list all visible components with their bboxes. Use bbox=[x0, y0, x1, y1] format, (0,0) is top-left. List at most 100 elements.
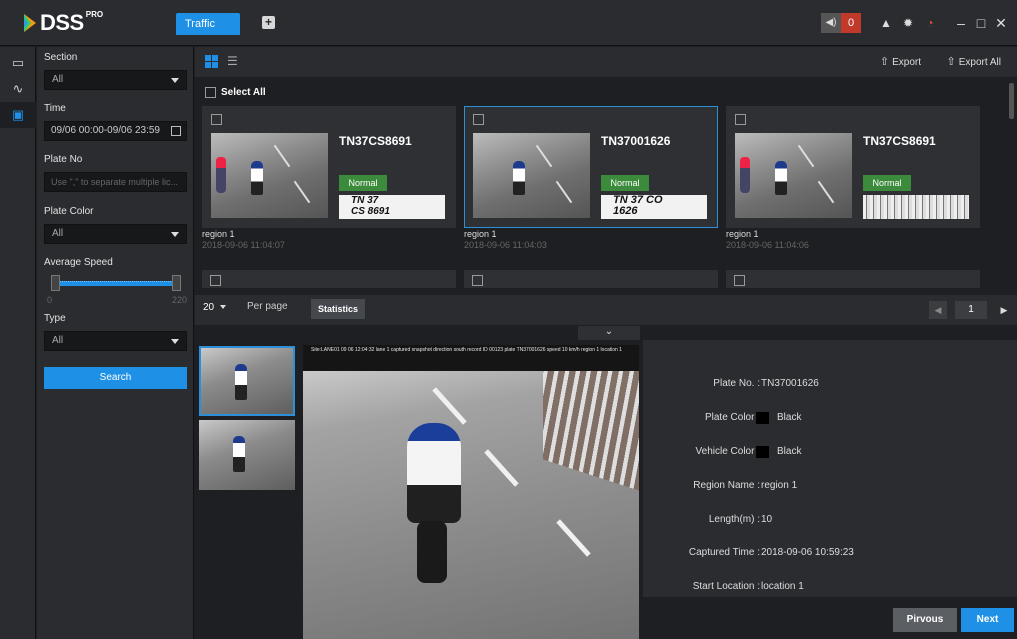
calendar-icon[interactable] bbox=[171, 126, 181, 136]
next-button[interactable]: Next bbox=[961, 608, 1014, 632]
section-label: Section bbox=[44, 52, 78, 63]
select-all-checkbox[interactable] bbox=[205, 87, 216, 98]
record-card[interactable] bbox=[464, 270, 718, 288]
region-row: Region Name : region 1 bbox=[643, 478, 1017, 494]
alarm-indicator[interactable]: ◀) 0 bbox=[821, 13, 861, 33]
card-checkbox[interactable] bbox=[472, 275, 483, 286]
plate-color-value: Black bbox=[777, 412, 802, 423]
export-label: Export bbox=[892, 57, 921, 68]
captured-image[interactable]: Site:LANE01 09 06 12:04:32 lane 1 captur… bbox=[303, 345, 639, 639]
record-card[interactable]: TN37001626 Normal TN 37 CO 1626 bbox=[464, 106, 718, 228]
plate-no-input[interactable]: Use "," to separate multiple lic... bbox=[44, 172, 187, 192]
plate-color-row: Plate Color : Black bbox=[643, 410, 1017, 426]
minimize-button[interactable]: – bbox=[951, 15, 971, 31]
grid-view-icon[interactable] bbox=[205, 55, 218, 68]
plate-color-value: All bbox=[52, 228, 64, 239]
record-card[interactable]: TN37CS8691 Normal bbox=[726, 106, 980, 228]
grid-scrollbar[interactable] bbox=[1009, 83, 1014, 119]
collapse-button[interactable]: ⌄ bbox=[578, 326, 640, 340]
plate-no-row: Plate No. : TN37001626 bbox=[643, 376, 1017, 392]
export-all-icon: ⇧ bbox=[946, 56, 956, 68]
card-checkbox[interactable] bbox=[734, 275, 745, 286]
export-button[interactable]: ⇧ Export bbox=[880, 55, 921, 68]
card-time: 2018-09-06 11:04:07 bbox=[202, 240, 285, 250]
length-value: 10 bbox=[761, 514, 773, 525]
section-value: All bbox=[52, 74, 64, 85]
region-value: region 1 bbox=[761, 480, 798, 491]
time-range-value: 09/06 00:00-09/06 23:59 bbox=[51, 125, 160, 136]
time-label: Time bbox=[44, 103, 66, 114]
time-range-field[interactable]: 09/06 00:00-09/06 23:59 bbox=[44, 121, 187, 141]
section-select[interactable]: All bbox=[44, 70, 187, 90]
slider-track bbox=[57, 281, 175, 286]
vehicle-icon[interactable]: ▭ bbox=[0, 50, 36, 76]
card-checkbox[interactable] bbox=[211, 114, 222, 125]
vehicle-color-row: Vehicle Color : Black bbox=[643, 444, 1017, 460]
select-all[interactable]: Select All bbox=[205, 87, 266, 98]
snapshot-thumbnail[interactable] bbox=[211, 133, 328, 218]
plate-no-label: Plate No bbox=[44, 154, 83, 165]
per-page-label: Per page bbox=[247, 301, 288, 312]
record-card[interactable] bbox=[202, 270, 456, 288]
select-all-label: Select All bbox=[221, 87, 266, 98]
page-number[interactable]: 1 bbox=[955, 301, 987, 319]
chevron-down-icon bbox=[220, 305, 227, 310]
per-page-select[interactable]: 20 bbox=[203, 302, 227, 313]
pagination-bar: 20 Per page Statistics ◀ 1 ▶ bbox=[195, 295, 1017, 325]
detail-thumbnail[interactable] bbox=[199, 420, 295, 490]
card-checkbox[interactable] bbox=[473, 114, 484, 125]
prev-page-button[interactable]: ◀ bbox=[929, 301, 947, 319]
average-speed-slider[interactable] bbox=[51, 275, 181, 293]
snapshot-thumbnail[interactable] bbox=[473, 133, 590, 218]
export-icon: ⇧ bbox=[879, 56, 890, 68]
region-key: Region Name : bbox=[693, 480, 760, 491]
card-meta: region 1 2018-09-06 11:04:03 bbox=[464, 229, 547, 251]
statistics-button[interactable]: Statistics bbox=[311, 299, 366, 319]
record-search-icon[interactable]: ▣ bbox=[0, 102, 36, 128]
captured-time-value: 2018-09-06 10:59:23 bbox=[761, 547, 854, 558]
card-checkbox[interactable] bbox=[735, 114, 746, 125]
average-speed-label: Average Speed bbox=[44, 257, 113, 268]
slider-min-handle[interactable] bbox=[51, 275, 60, 291]
previous-button[interactable]: Pirvous bbox=[893, 608, 957, 632]
per-page-value: 20 bbox=[203, 302, 215, 313]
dashboard-icon[interactable]: ◔ bbox=[919, 16, 941, 30]
snapshot-thumbnail[interactable] bbox=[735, 133, 852, 218]
type-select[interactable]: All bbox=[44, 331, 187, 351]
record-card[interactable] bbox=[726, 270, 980, 288]
record-card[interactable]: TN37CS8691 Normal TN 37 CS 8691 bbox=[202, 106, 456, 228]
close-button[interactable]: ✕ bbox=[991, 15, 1011, 32]
left-nav-rail: ▭ ∿ ▣ bbox=[0, 47, 36, 639]
add-tab-button[interactable]: + bbox=[262, 16, 275, 29]
list-view-icon[interactable]: ☰ bbox=[227, 55, 238, 67]
next-page-button[interactable]: ▶ bbox=[997, 301, 1011, 319]
search-button[interactable]: Search bbox=[44, 367, 187, 389]
card-checkbox[interactable] bbox=[210, 275, 221, 286]
plate-color-swatch bbox=[756, 412, 769, 424]
status-badge: Normal bbox=[339, 175, 387, 191]
export-all-label: Export All bbox=[958, 57, 1001, 68]
maximize-button[interactable]: □ bbox=[971, 15, 991, 31]
title-bar: DSS PRO Traffic + ◀) 0 ▲ ✹ ◔ – □ ✕ bbox=[0, 0, 1017, 46]
speaker-icon[interactable]: ◀) bbox=[821, 13, 841, 33]
chevron-down-icon bbox=[171, 339, 179, 344]
detail-thumbnail-strip bbox=[195, 340, 301, 639]
tab-traffic[interactable]: Traffic bbox=[176, 13, 240, 35]
card-meta: region 1 2018-09-06 11:04:06 bbox=[726, 229, 809, 251]
pulse-icon[interactable]: ∿ bbox=[0, 76, 36, 102]
export-all-button[interactable]: ⇧ Export All bbox=[947, 55, 1001, 68]
card-meta: region 1 2018-09-06 11:04:07 bbox=[202, 229, 285, 251]
app-edition: PRO bbox=[85, 9, 104, 19]
slider-max-handle[interactable] bbox=[172, 275, 181, 291]
start-location-row: Start Location : location 1 bbox=[643, 579, 1017, 595]
detail-thumbnail[interactable] bbox=[199, 346, 295, 416]
user-icon[interactable]: ▲ bbox=[875, 16, 897, 30]
gear-icon[interactable]: ✹ bbox=[897, 16, 919, 30]
card-plate-number: TN37CS8691 bbox=[863, 134, 936, 148]
detail-footer: Pirvous Next bbox=[643, 597, 1017, 639]
plate-color-key: Plate Color : bbox=[704, 412, 760, 423]
plate-color-select[interactable]: All bbox=[44, 224, 187, 244]
plate-color-label: Plate Color bbox=[44, 206, 94, 217]
vehicle-color-swatch bbox=[756, 446, 769, 458]
vehicle-color-value: Black bbox=[777, 446, 802, 457]
